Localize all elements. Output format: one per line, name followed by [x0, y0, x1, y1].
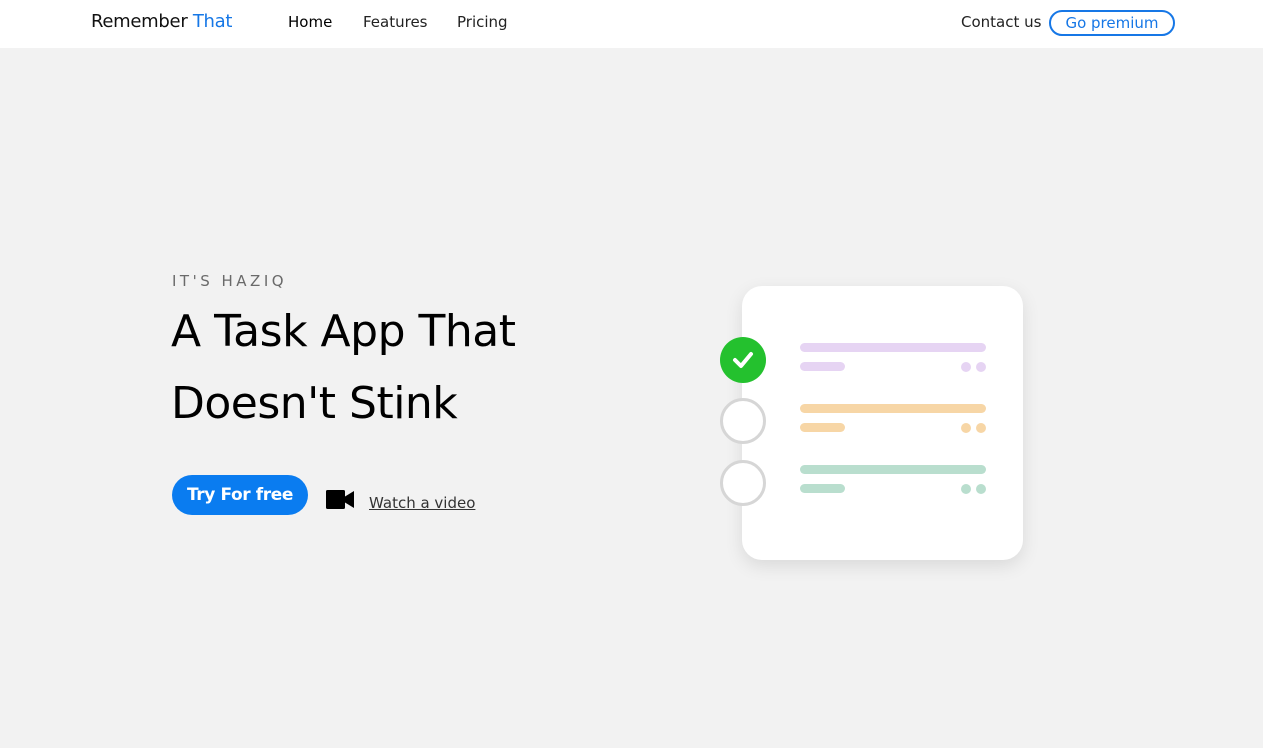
nav-pricing-link[interactable]: Pricing — [457, 13, 508, 31]
task-subtitle-bar — [800, 423, 845, 432]
task-subtitle-bar — [800, 484, 845, 493]
task-dot — [976, 362, 986, 372]
video-camera-icon[interactable] — [326, 490, 354, 509]
task-title-bar — [800, 343, 986, 352]
top-navbar: Remember That Home Features Pricing Cont… — [0, 0, 1263, 48]
brand-name: Remember — [91, 11, 188, 32]
task-title-bar — [800, 404, 986, 413]
task-title-bar — [800, 465, 986, 474]
task-dot — [961, 362, 971, 372]
hero-eyebrow: IT'S HAZIQ — [172, 272, 288, 290]
watch-video-link[interactable]: Watch a video — [369, 494, 475, 512]
task-dot — [961, 423, 971, 433]
nav-features-link[interactable]: Features — [363, 13, 428, 31]
task-checked-icon — [720, 337, 766, 383]
nav-home-link[interactable]: Home — [288, 13, 332, 31]
go-premium-button[interactable]: Go premium — [1049, 10, 1175, 36]
hero-title-line2: Doesn't Stink — [171, 378, 458, 429]
task-dot — [976, 484, 986, 494]
checkmark-icon — [733, 352, 753, 368]
task-dot — [976, 423, 986, 433]
brand-logo[interactable]: Remember That — [91, 11, 232, 32]
hero-title-line1: A Task App That — [171, 306, 516, 357]
nav-contact-link[interactable]: Contact us — [961, 13, 1041, 31]
task-dot — [961, 484, 971, 494]
task-subtitle-bar — [800, 362, 845, 371]
task-unchecked-icon — [720, 460, 766, 506]
try-for-free-button[interactable]: Try For free — [172, 475, 308, 515]
brand-accent: That — [192, 11, 233, 32]
hero-title: A Task App That Doesn't Stink — [171, 296, 631, 440]
task-unchecked-icon — [720, 398, 766, 444]
